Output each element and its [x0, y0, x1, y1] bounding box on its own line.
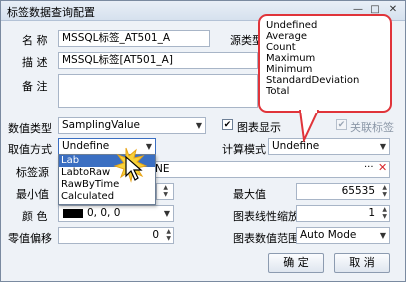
spin-down-icon[interactable]: ▼: [166, 236, 171, 242]
note-textarea[interactable]: [58, 74, 258, 108]
calc-option-minimum[interactable]: Minimum: [266, 64, 390, 75]
name-label: 名 称: [22, 34, 48, 47]
scale-value: 1: [368, 207, 375, 219]
dropdown-option-calculated[interactable]: Calculated: [59, 191, 155, 203]
description-label: 描 述: [22, 56, 48, 69]
fetch-mode-label: 取值方式: [8, 143, 52, 156]
max-label: 最大值: [233, 188, 266, 201]
range-select[interactable]: Auto Mode ▼: [296, 227, 390, 244]
value-type-label: 数值类型: [8, 122, 52, 135]
color-label: 颜 色: [22, 210, 48, 223]
min-input[interactable]: ▲ ▼: [156, 183, 174, 200]
chevron-down-icon: ▼: [195, 121, 202, 130]
max-value: 65535: [341, 185, 375, 197]
calc-option-average[interactable]: Average: [266, 31, 390, 42]
color-swatch: [63, 209, 83, 218]
calc-mode-label: 计算模式: [222, 143, 266, 156]
calc-option-count[interactable]: Count: [266, 42, 390, 53]
color-select[interactable]: 0, 0, 0 ▼: [58, 205, 174, 222]
name-input[interactable]: MSSQL标签_AT501_A: [58, 30, 210, 47]
mouse-cursor-icon: [125, 156, 143, 181]
spin-down-icon[interactable]: ▼: [382, 214, 387, 220]
associate-tag-checkbox[interactable]: ✔: [336, 119, 347, 130]
max-input[interactable]: 65535 ▲ ▼: [296, 183, 390, 200]
cancel-button[interactable]: 取 消: [334, 253, 390, 273]
calc-mode-select[interactable]: Undefine ▼: [268, 138, 390, 155]
tag-source-label: 标签源: [16, 166, 49, 179]
calc-mode-options-callout: Undefined Average Count Maximum Minimum …: [258, 14, 392, 113]
chart-display-checkbox[interactable]: ✔: [222, 119, 233, 130]
chevron-down-icon: ▼: [379, 231, 386, 240]
clear-icon[interactable]: ✕: [378, 161, 387, 174]
scale-input[interactable]: 1 ▲ ▼: [296, 205, 390, 222]
chevron-down-icon: ▼: [163, 209, 170, 218]
associate-tag-label: 关联标签: [350, 121, 394, 134]
scale-label: 图表线性缩放: [233, 210, 299, 223]
min-label: 最小值: [16, 188, 49, 201]
calc-option-maximum[interactable]: Maximum: [266, 53, 390, 64]
value-type-value: SamplingValue: [62, 119, 140, 131]
spin-down-icon[interactable]: ▼: [382, 192, 387, 198]
color-value: 0, 0, 0: [87, 207, 121, 219]
browse-button[interactable]: ···: [364, 162, 374, 173]
spin-down-icon[interactable]: ▼: [163, 192, 168, 198]
offset-input[interactable]: 0 ▲ ▼: [58, 227, 174, 244]
fetch-mode-value: Undefine: [62, 140, 110, 152]
range-value: Auto Mode: [300, 229, 357, 241]
window-title: 标签数据查询配置: [7, 6, 95, 19]
chart-display-label: 图表显示: [237, 121, 281, 134]
calc-option-total[interactable]: Total: [266, 86, 390, 97]
note-label: 备 注: [22, 80, 48, 93]
description-input[interactable]: MSSQL标签[AT501_A]: [58, 52, 258, 69]
range-label: 图表数值范围: [233, 232, 299, 245]
calc-option-standarddeviation[interactable]: StandardDeviation: [266, 75, 390, 86]
offset-label: 零值偏移: [8, 232, 52, 245]
callout-pointer: [298, 110, 320, 142]
chevron-down-icon: ▼: [379, 142, 386, 151]
value-type-select[interactable]: SamplingValue ▼: [58, 117, 206, 134]
offset-value: 0: [152, 229, 159, 241]
ok-button[interactable]: 确 定: [268, 253, 324, 273]
calc-option-undefined[interactable]: Undefined: [266, 20, 390, 31]
